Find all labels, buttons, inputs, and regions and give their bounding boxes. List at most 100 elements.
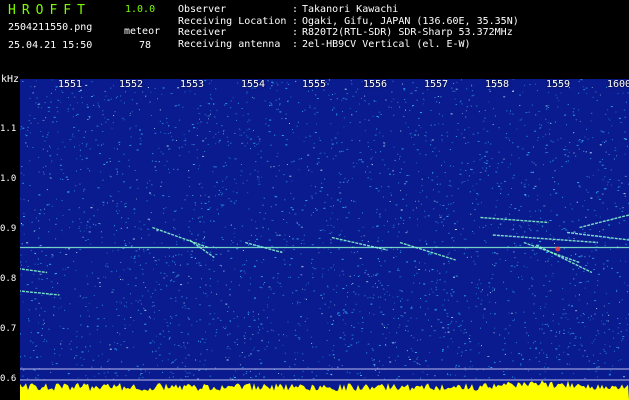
noise-speckle	[543, 164, 544, 166]
noise-speckle	[52, 255, 54, 257]
noise-speckle	[527, 370, 529, 372]
noise-speckle	[186, 297, 188, 299]
noise-speckle	[410, 348, 412, 350]
noise-speckle	[102, 143, 104, 145]
noise-speckle	[298, 224, 300, 226]
noise-speckle	[556, 356, 557, 358]
noise-speckle	[76, 346, 78, 348]
noise-speckle	[596, 245, 598, 247]
noise-speckle	[526, 135, 528, 137]
noise-speckle	[154, 166, 156, 168]
noise-speckle	[578, 185, 580, 187]
noise-speckle	[448, 262, 450, 264]
noise-speckle	[35, 217, 37, 219]
noise-speckle	[194, 202, 196, 204]
noise-speckle	[85, 346, 87, 348]
noise-speckle	[486, 130, 489, 132]
noise-speckle	[25, 142, 27, 144]
noise-speckle	[126, 301, 127, 303]
noise-speckle	[351, 283, 353, 285]
noise-speckle	[106, 266, 109, 268]
noise-speckle	[78, 227, 80, 229]
noise-speckle	[251, 96, 253, 98]
noise-speckle	[451, 237, 452, 239]
noise-speckle	[435, 308, 437, 310]
noise-speckle	[89, 333, 91, 335]
noise-speckle	[307, 282, 309, 284]
noise-speckle	[246, 93, 248, 95]
noise-speckle	[187, 333, 189, 335]
noise-speckle	[267, 306, 269, 308]
noise-speckle	[199, 216, 201, 218]
noise-speckle	[53, 314, 55, 316]
noise-speckle	[345, 217, 348, 219]
noise-speckle	[612, 330, 614, 332]
noise-speckle	[118, 141, 121, 143]
noise-speckle	[243, 270, 245, 272]
noise-speckle	[300, 316, 302, 318]
noise-speckle	[478, 111, 480, 113]
noise-speckle	[180, 331, 183, 333]
noise-speckle	[87, 119, 89, 120]
noise-speckle	[400, 300, 401, 302]
noise-speckle	[148, 234, 150, 236]
noise-speckle	[114, 348, 117, 350]
noise-speckle	[437, 222, 439, 224]
noise-speckle	[188, 275, 190, 277]
noise-speckle	[21, 166, 23, 168]
noise-speckle	[351, 325, 353, 327]
noise-speckle	[152, 293, 154, 294]
noise-speckle	[284, 263, 286, 265]
noise-speckle	[166, 285, 168, 287]
noise-speckle	[432, 172, 434, 174]
noise-speckle	[542, 226, 544, 228]
noise-speckle	[547, 122, 549, 124]
noise-speckle	[387, 186, 390, 188]
noise-speckle	[506, 110, 508, 112]
noise-speckle	[569, 283, 571, 284]
noise-speckle	[331, 366, 333, 368]
noise-speckle	[34, 230, 36, 231]
noise-speckle	[225, 284, 227, 286]
noise-speckle	[220, 300, 222, 302]
noise-speckle	[373, 363, 376, 365]
noise-speckle	[603, 268, 605, 270]
noise-speckle	[311, 371, 313, 373]
noise-speckle	[369, 312, 370, 314]
noise-speckle	[294, 352, 296, 354]
noise-speckle	[582, 228, 584, 230]
noise-speckle	[493, 265, 496, 267]
noise-speckle	[225, 303, 228, 305]
noise-speckle	[50, 281, 53, 283]
noise-speckle	[97, 144, 99, 146]
noise-speckle	[372, 286, 374, 288]
noise-speckle	[72, 133, 74, 135]
noise-speckle	[460, 169, 462, 171]
noise-speckle	[324, 303, 326, 305]
noise-speckle	[454, 90, 456, 92]
noise-speckle	[539, 308, 541, 310]
noise-speckle	[50, 147, 51, 149]
noise-speckle	[91, 261, 93, 263]
noise-speckle	[248, 240, 250, 241]
noise-speckle	[447, 327, 449, 329]
noise-speckle	[327, 194, 329, 196]
noise-speckle	[246, 135, 247, 137]
noise-speckle	[341, 365, 343, 366]
noise-speckle	[398, 270, 400, 271]
noise-speckle	[491, 187, 493, 189]
noise-speckle	[38, 213, 41, 215]
noise-speckle	[540, 217, 542, 219]
noise-speckle	[352, 283, 354, 284]
noise-speckle	[594, 300, 597, 302]
noise-speckle	[215, 166, 217, 168]
noise-speckle	[209, 94, 211, 96]
noise-speckle	[225, 178, 227, 180]
noise-speckle	[310, 214, 312, 216]
noise-speckle	[42, 166, 44, 168]
noise-speckle	[186, 195, 189, 197]
noise-speckle	[402, 316, 404, 318]
noise-speckle	[76, 331, 78, 333]
noise-speckle	[97, 277, 100, 279]
noise-speckle	[209, 207, 211, 209]
